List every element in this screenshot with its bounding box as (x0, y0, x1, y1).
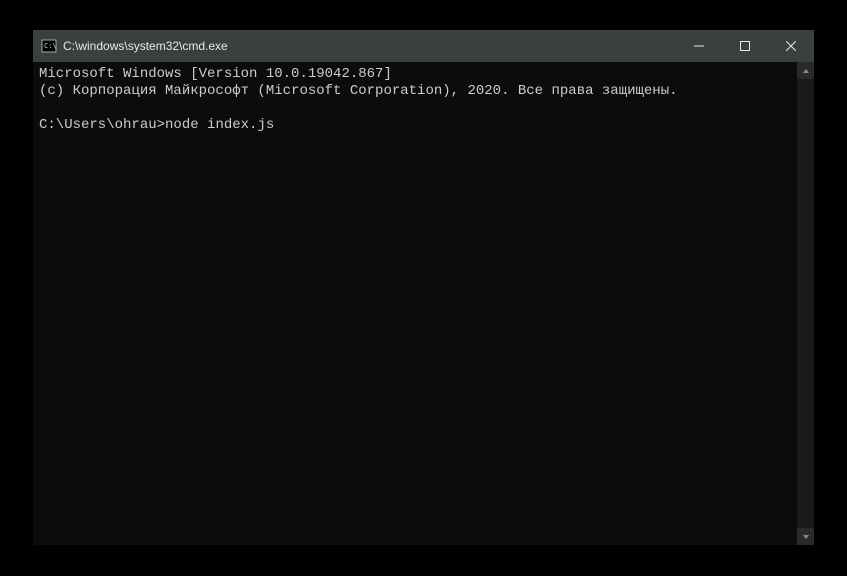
scroll-up-button[interactable] (797, 62, 814, 79)
console-body: Microsoft Windows [Version 10.0.19042.86… (33, 62, 814, 545)
minimize-button[interactable] (676, 30, 722, 62)
window-title: C:\windows\system32\cmd.exe (63, 39, 676, 53)
titlebar[interactable]: C:\ C:\windows\system32\cmd.exe (33, 30, 814, 62)
window-controls (676, 30, 814, 62)
close-button[interactable] (768, 30, 814, 62)
scroll-down-button[interactable] (797, 528, 814, 545)
svg-text:C:\: C:\ (44, 42, 57, 50)
cmd-icon: C:\ (41, 38, 57, 54)
version-line: Microsoft Windows [Version 10.0.19042.86… (39, 66, 392, 82)
prompt: C:\Users\ohrau> (39, 117, 165, 134)
cmd-window: C:\ C:\windows\system32\cmd.exe Microsof… (33, 30, 814, 545)
maximize-button[interactable] (722, 30, 768, 62)
vertical-scrollbar[interactable] (797, 62, 814, 545)
copyright-line: (c) Корпорация Майкрософт (Microsoft Cor… (39, 83, 678, 99)
command-input[interactable]: node index.js (165, 117, 274, 134)
console-output[interactable]: Microsoft Windows [Version 10.0.19042.86… (33, 62, 797, 545)
